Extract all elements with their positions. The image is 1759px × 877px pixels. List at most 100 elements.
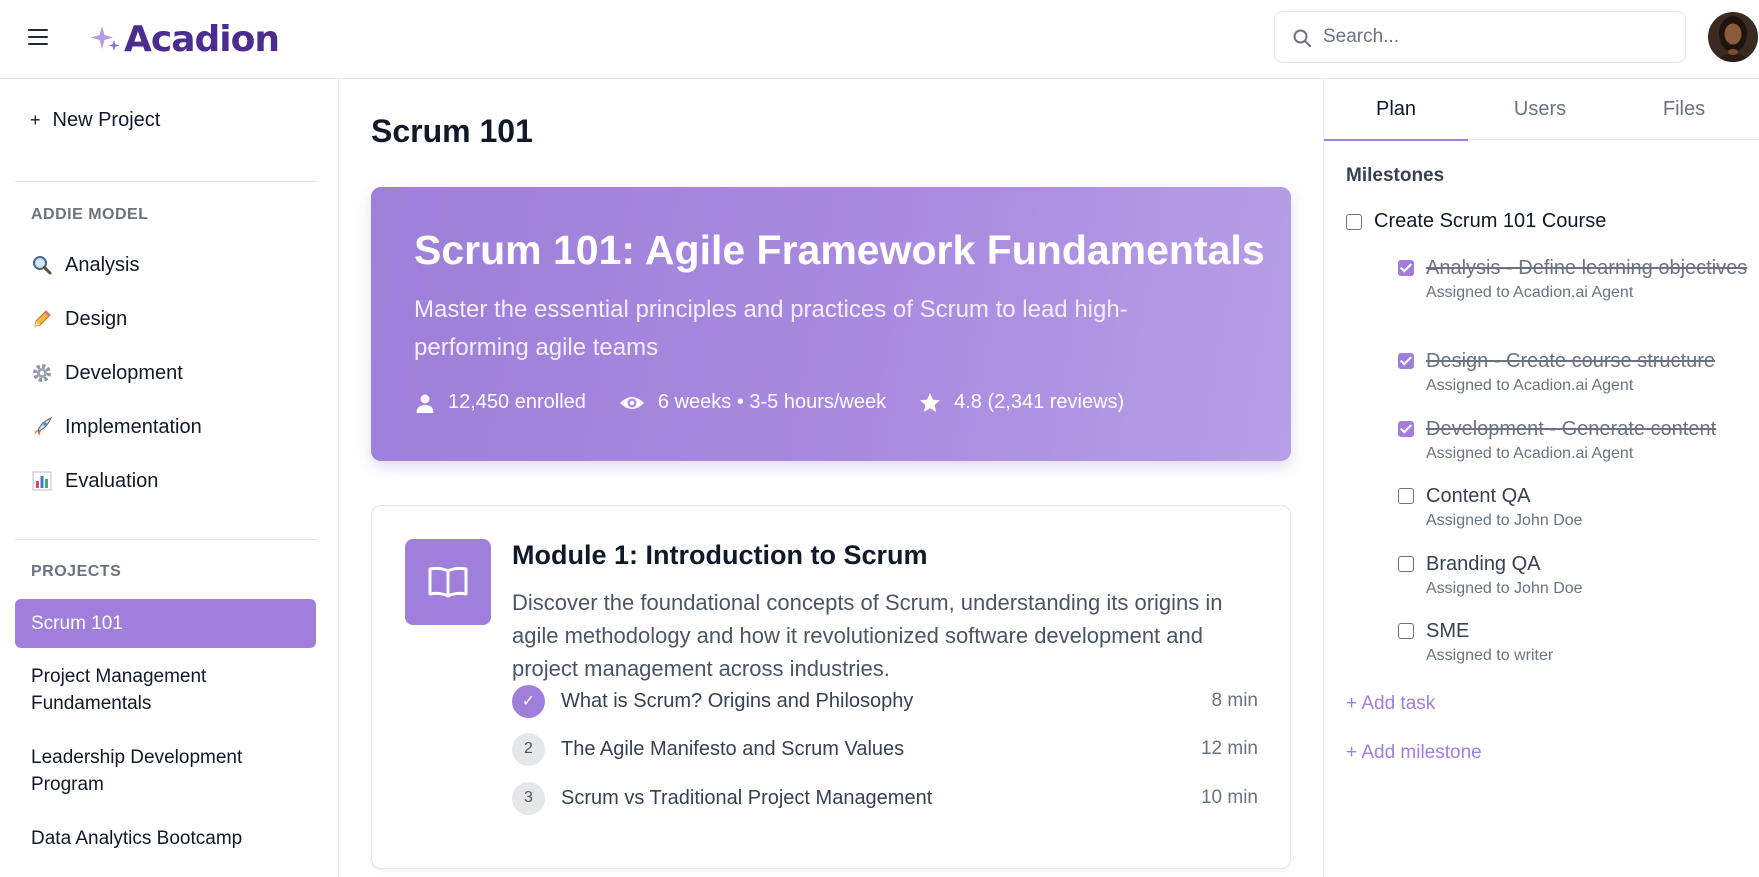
pencil-emoji-icon	[30, 307, 54, 331]
task-title: Analysis - Define learning objectives	[1426, 257, 1748, 279]
lesson-complete-check-icon: ✓	[512, 684, 545, 718]
new-project-button[interactable]: + New Project	[30, 109, 160, 132]
enrolled-stat: 12,450 enrolled	[414, 391, 586, 414]
task-item: Content QA Assigned to John Doe	[1398, 483, 1748, 530]
task-item: Design - Create course structure Assigne…	[1398, 348, 1748, 395]
task-assignee: Assigned to Acadion.ai Agent	[1426, 377, 1634, 394]
milestone-checkbox[interactable]	[1346, 213, 1362, 230]
sidebar-item-evaluation[interactable]: Evaluation	[30, 466, 158, 496]
lesson-duration: 12 min	[1200, 738, 1258, 759]
logo-text: Acadion	[124, 18, 280, 60]
sidebar-divider	[15, 539, 317, 540]
book-icon	[405, 539, 491, 625]
user-avatar[interactable]	[1708, 12, 1758, 62]
sparkle-icon	[91, 26, 120, 51]
task-item: Analysis - Define learning objectives As…	[1398, 255, 1748, 302]
task-title: SME	[1426, 620, 1470, 642]
rating-text: 4.8 (2,341 reviews)	[954, 391, 1125, 413]
lesson-title[interactable]: What is Scrum? Origins and Philosophy	[561, 690, 1212, 713]
milestone-item: Create Scrum 101 Course	[1346, 210, 1606, 233]
lesson-item[interactable]: ✓ What is Scrum? Origins and Philosophy …	[512, 684, 1258, 718]
project-item-project-management[interactable]: Project Management Fundamentals	[15, 663, 316, 717]
search-box[interactable]	[1274, 11, 1686, 63]
sidebar-divider	[15, 181, 317, 182]
bar-chart-emoji-icon	[30, 469, 54, 493]
rating-stat: 4.8 (2,341 reviews)	[918, 391, 1124, 414]
sidebar-item-label: Analysis	[65, 253, 140, 276]
rocket-emoji-icon	[30, 415, 54, 439]
task-title: Content QA	[1426, 485, 1531, 507]
plus-icon: +	[30, 110, 41, 130]
task-item: SME Assigned to writer	[1398, 618, 1748, 665]
task-assignee: Assigned to John Doe	[1426, 512, 1583, 529]
duration-text: 6 weeks • 3-5 hours/week	[657, 391, 887, 413]
milestones-title: Milestones	[1346, 165, 1445, 186]
task-checkbox[interactable]	[1398, 556, 1414, 572]
add-milestone-link[interactable]: + Add milestone	[1346, 742, 1482, 764]
sidebar-item-development[interactable]: Development	[30, 358, 183, 388]
task-checkbox[interactable]	[1398, 260, 1414, 276]
sidebar-item-implementation[interactable]: Implementation	[30, 412, 202, 442]
eye-icon	[619, 396, 644, 409]
project-item-data-analytics[interactable]: Data Analytics Bootcamp	[15, 825, 316, 852]
lesson-number-badge: 2	[512, 732, 545, 766]
sidebar-item-label: Evaluation	[65, 469, 159, 492]
tab-users[interactable]: Users	[1468, 79, 1612, 140]
app-logo[interactable]: Acadion	[88, 14, 280, 64]
task-title: Design - Create course structure	[1426, 350, 1716, 372]
course-title: Scrum 101: Agile Framework Fundamentals	[414, 227, 1265, 273]
page-title: Scrum 101	[371, 113, 533, 149]
magnifier-emoji-icon	[30, 253, 54, 277]
add-task-link[interactable]: + Add task	[1346, 693, 1435, 715]
projects-section-title: PROJECTS	[31, 563, 122, 580]
milestone-label: Create Scrum 101 Course	[1374, 210, 1607, 232]
tab-plan[interactable]: Plan	[1324, 79, 1468, 141]
task-checkbox[interactable]	[1398, 421, 1414, 437]
lesson-duration: 10 min	[1200, 787, 1258, 808]
project-item-scrum-101[interactable]: Scrum 101	[15, 599, 316, 648]
module-description: Discover the foundational concepts of Sc…	[512, 590, 1223, 681]
task-checkbox[interactable]	[1398, 623, 1414, 639]
course-subtitle: Master the essential principles and prac…	[414, 296, 1128, 361]
course-hero-banner: Scrum 101: Agile Framework Fundamentals …	[371, 187, 1291, 461]
lesson-number-badge: 3	[512, 781, 545, 815]
lesson-item[interactable]: 3 Scrum vs Traditional Project Managemen…	[512, 781, 1258, 815]
lesson-item[interactable]: 2 The Agile Manifesto and Scrum Values 1…	[512, 732, 1258, 766]
sidebar-item-label: Development	[65, 361, 183, 384]
right-panel: Plan Users Files Milestones Create Scrum…	[1323, 79, 1759, 877]
course-meta: 12,450 enrolled 6 weeks • 3-5 hours/week…	[414, 391, 1156, 414]
sidebar-item-label: Implementation	[65, 415, 202, 438]
task-checkbox[interactable]	[1398, 488, 1414, 504]
task-title: Development - Generate content	[1426, 418, 1717, 440]
task-assignee: Assigned to John Doe	[1426, 580, 1583, 597]
addie-section-title: ADDIE MODEL	[31, 206, 149, 223]
top-header: Acadion	[0, 0, 1759, 79]
lesson-duration: 8 min	[1211, 690, 1258, 711]
hamburger-menu-icon[interactable]	[26, 26, 50, 48]
task-checkbox[interactable]	[1398, 353, 1414, 369]
task-title: Branding QA	[1426, 553, 1541, 575]
sidebar-item-label: Design	[65, 307, 128, 330]
lesson-title[interactable]: The Agile Manifesto and Scrum Values	[561, 738, 1201, 761]
task-item: Development - Generate content Assigned …	[1398, 416, 1748, 463]
task-assignee: Assigned to Acadion.ai Agent	[1426, 445, 1634, 462]
task-assignee: Assigned to Acadion.ai Agent	[1426, 284, 1634, 301]
tab-files[interactable]: Files	[1612, 79, 1756, 140]
star-icon	[920, 392, 941, 412]
task-assignee: Assigned to writer	[1426, 647, 1554, 664]
left-sidebar: + New Project ADDIE MODEL Analysis Desig…	[0, 79, 339, 877]
search-input[interactable]	[1323, 22, 1663, 52]
sidebar-item-design[interactable]: Design	[30, 304, 127, 334]
task-item: Branding QA Assigned to John Doe	[1398, 551, 1748, 598]
enrolled-text: 12,450 enrolled	[448, 391, 586, 413]
lesson-title[interactable]: Scrum vs Traditional Project Management	[561, 787, 1201, 810]
duration-stat: 6 weeks • 3-5 hours/week	[618, 391, 886, 414]
search-icon	[1293, 29, 1311, 47]
module-card: Module 1: Introduction to Scrum Discover…	[371, 505, 1291, 869]
new-project-label: New Project	[52, 109, 161, 131]
project-item-leadership[interactable]: Leadership Development Program	[15, 744, 316, 798]
panel-tabs: Plan Users Files	[1324, 79, 1759, 141]
gear-emoji-icon	[30, 361, 54, 385]
main-content: Scrum 101 Scrum 101: Agile Framework Fun…	[340, 79, 1323, 877]
sidebar-item-analysis[interactable]: Analysis	[30, 250, 139, 280]
